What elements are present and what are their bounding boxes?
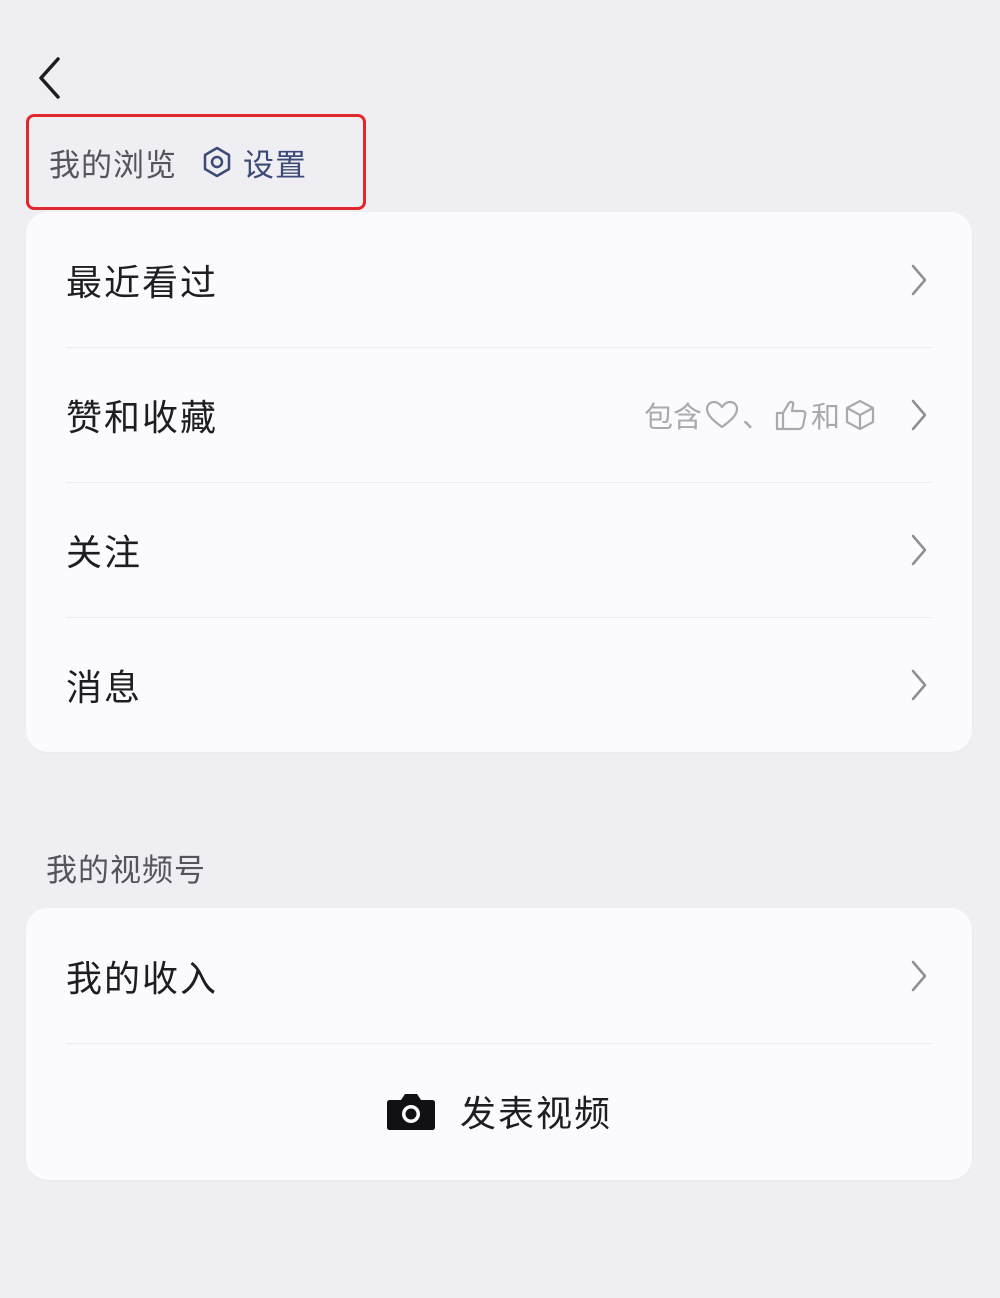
- thumbs-up-icon: [775, 400, 807, 430]
- settings-ring-icon: [203, 146, 231, 178]
- list-item-recently-viewed[interactable]: 最近看过: [26, 212, 972, 347]
- list-item-messages[interactable]: 消息: [26, 617, 972, 752]
- publish-video-label: 发表视频: [459, 1093, 612, 1135]
- cube-icon: [845, 399, 875, 430]
- chevron-left-icon: [39, 57, 60, 99]
- chevron-right-icon: [911, 960, 927, 991]
- heart-icon: [705, 400, 739, 428]
- list-item-label: 消息: [66, 667, 143, 709]
- browse-section-title: 我的浏览: [49, 147, 177, 184]
- back-button[interactable]: [28, 50, 72, 106]
- browse-section-header: 我的浏览 设置: [26, 114, 366, 210]
- hint-separator: 、: [741, 399, 771, 434]
- chevron-right-icon: [911, 399, 927, 430]
- channels-card: 我的收入 发表视频: [26, 908, 972, 1180]
- list-item-following[interactable]: 关注: [26, 482, 972, 617]
- hint-conjunction: 和: [810, 399, 840, 434]
- publish-video-button[interactable]: 发表视频: [26, 1043, 972, 1178]
- hint-prefix: 包含: [643, 399, 702, 434]
- browse-card: 最近看过 赞和收藏 包含 、 和 关注 消息: [26, 212, 972, 752]
- list-item-label: 赞和收藏: [66, 397, 219, 439]
- list-item-label: 最近看过: [66, 262, 219, 304]
- list-item-label: 关注: [66, 532, 143, 574]
- list-item-my-income[interactable]: 我的收入: [26, 908, 972, 1043]
- likes-favorites-hint: 包含 、 和: [644, 394, 880, 436]
- chevron-right-icon: [911, 669, 927, 700]
- chevron-right-icon: [911, 264, 927, 295]
- chevron-right-icon: [911, 534, 927, 565]
- list-item-label: 我的收入: [66, 958, 219, 1000]
- list-item-likes-favorites[interactable]: 赞和收藏 包含 、 和: [26, 347, 972, 482]
- channels-section-title: 我的视频号: [46, 853, 206, 889]
- camera-icon: [386, 1093, 435, 1130]
- settings-link[interactable]: 设置: [201, 140, 307, 185]
- settings-label: 设置: [243, 147, 307, 184]
